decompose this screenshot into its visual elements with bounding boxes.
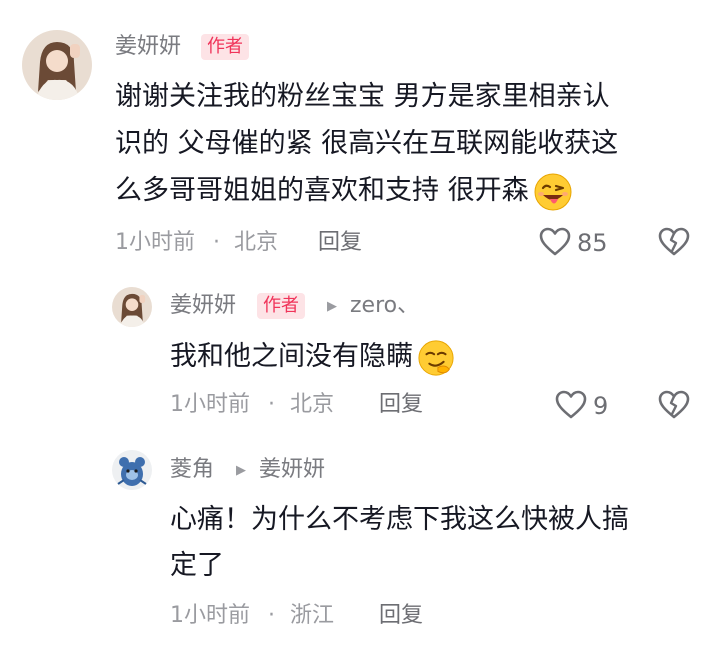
avatar[interactable] — [112, 287, 152, 327]
timestamp: 1小时前 — [170, 603, 250, 628]
username[interactable]: 菱角 — [170, 459, 214, 481]
heart-outline-icon[interactable] — [555, 390, 587, 424]
timestamp: 1小时前 — [115, 230, 195, 255]
comment-text-line: 心痛！为什么不考虑下我这么快被人搞 — [170, 504, 629, 535]
location: 北京 — [234, 230, 279, 255]
winking-tongue-emoji — [533, 172, 573, 212]
author-badge: 作者 — [201, 34, 249, 60]
broken-heart-icon[interactable] — [658, 227, 690, 261]
comment-text-line: 定了 — [170, 550, 224, 581]
author-badge: 作者 — [257, 293, 305, 319]
reply-button[interactable]: 回复 — [379, 394, 423, 416]
reply-button[interactable]: 回复 — [379, 605, 423, 627]
username[interactable]: 姜妍妍 — [115, 36, 181, 58]
timestamp: 1小时前 — [170, 392, 250, 417]
broken-heart-icon[interactable] — [658, 390, 690, 424]
caret-right-icon: ▶ — [236, 463, 246, 478]
smirking-face-emoji — [417, 339, 455, 377]
comment-text-line: 么多哥哥姐姐的喜欢和支持 很开森 — [115, 168, 573, 213]
comment-text-line: 识的 父母催的紧 很高兴在互联网能收获这 — [115, 128, 619, 159]
like-count: 85 — [577, 229, 608, 257]
avatar[interactable] — [22, 30, 92, 100]
reply-button[interactable]: 回复 — [318, 232, 362, 254]
comment-text-segment: 么多哥哥姐姐的喜欢和支持 很开森 — [115, 175, 529, 206]
like-count: 9 — [593, 392, 609, 420]
reply-to-username[interactable]: 姜妍妍 — [259, 459, 325, 481]
meta-separator: · — [268, 603, 275, 628]
heart-outline-icon[interactable] — [539, 227, 571, 261]
caret-right-icon: ▶ — [327, 299, 337, 314]
meta-separator: · — [213, 230, 220, 255]
meta-separator: · — [268, 392, 275, 417]
reply-to-username[interactable]: zero、 — [350, 295, 419, 317]
comment-text-segment: 我和他之间没有隐瞒 — [170, 341, 413, 372]
comment-text-line: 我和他之间没有隐瞒 — [170, 334, 455, 379]
username[interactable]: 姜妍妍 — [170, 295, 236, 317]
location: 北京 — [290, 392, 335, 417]
comment-text-line: 谢谢关注我的粉丝宝宝 男方是家里相亲认 — [115, 81, 610, 112]
location: 浙江 — [290, 603, 335, 628]
avatar[interactable] — [112, 450, 152, 490]
